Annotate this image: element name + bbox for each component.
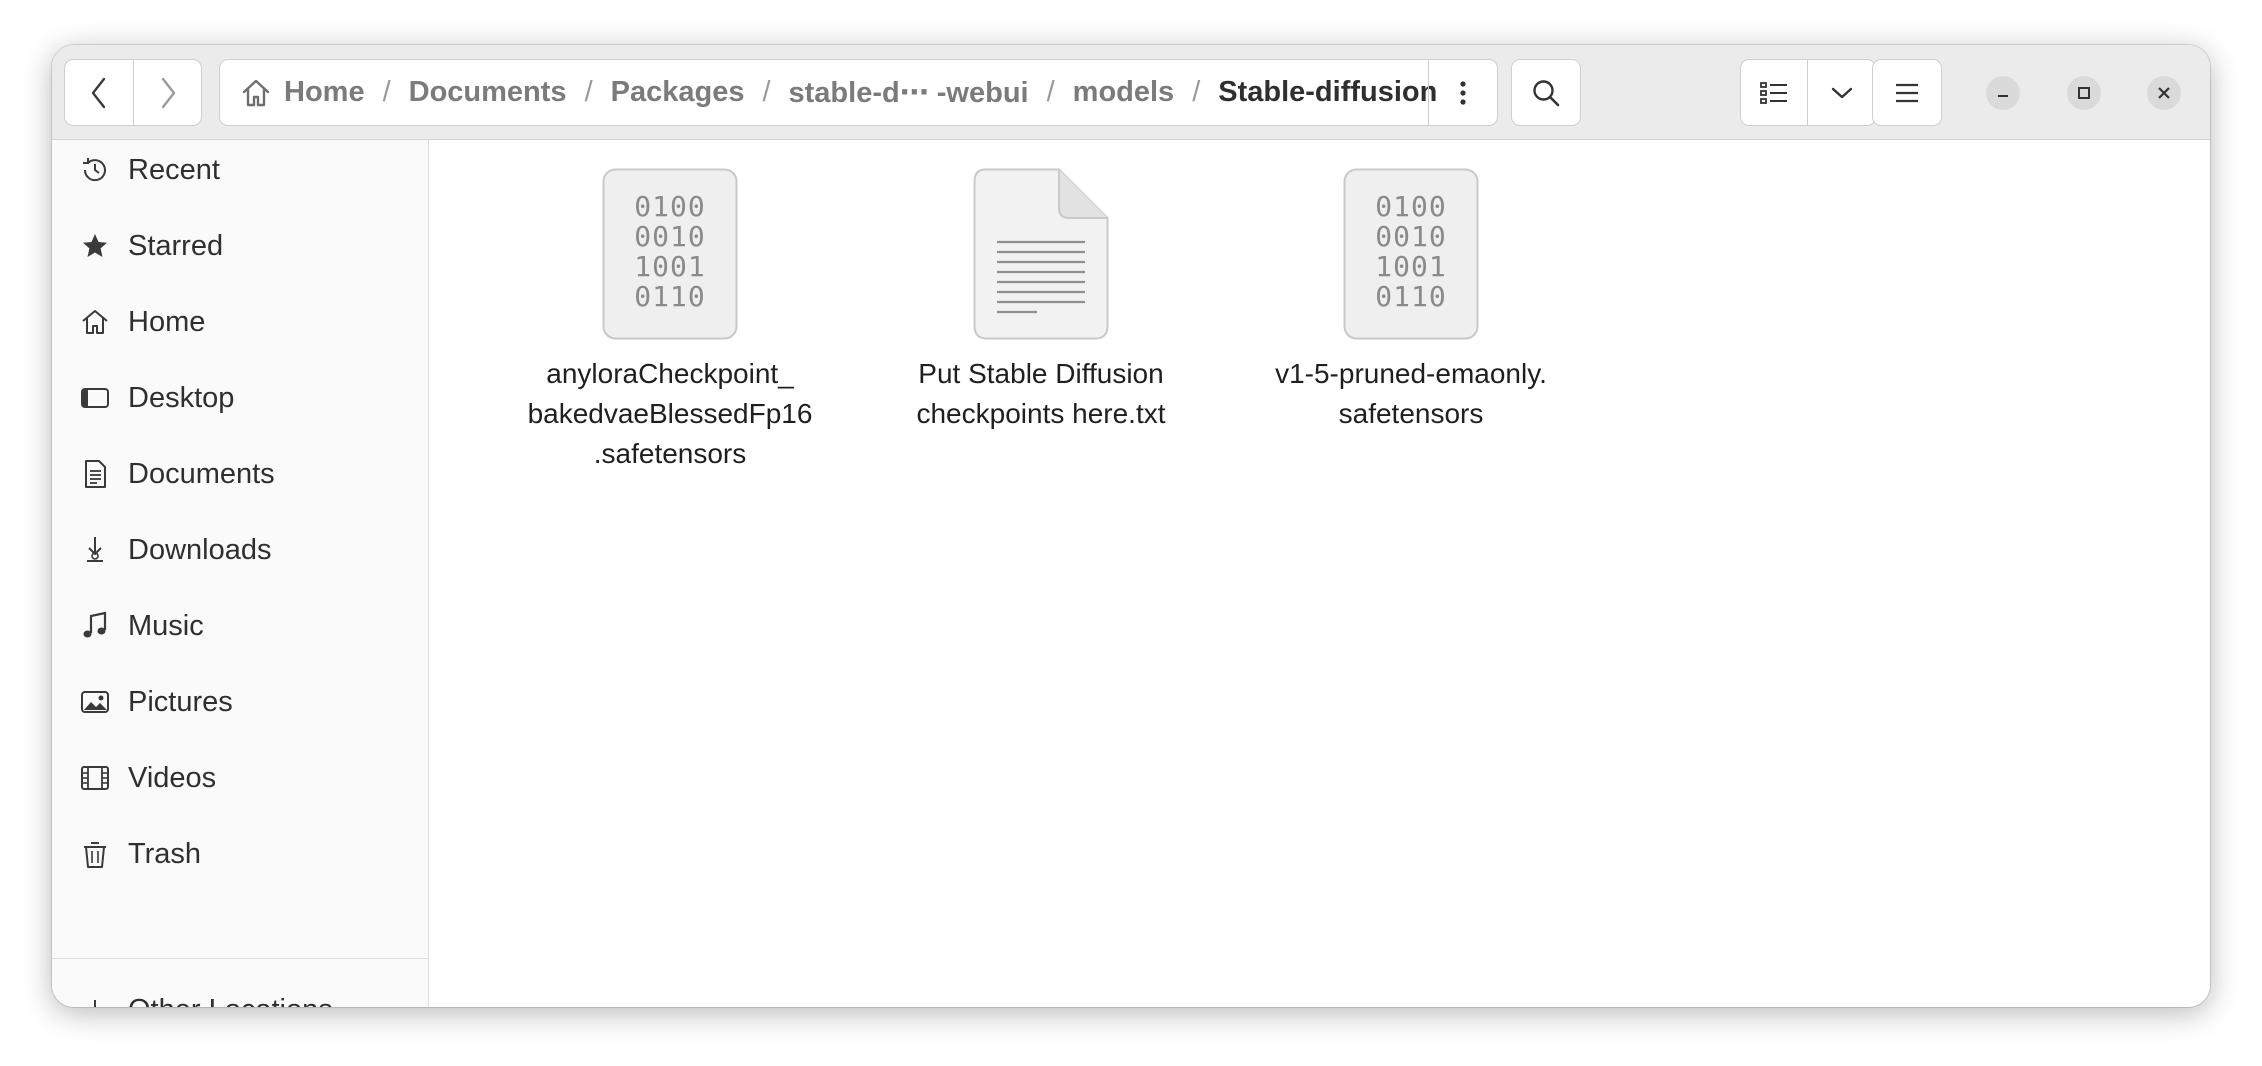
chevron-right-icon [161, 77, 175, 108]
file-item[interactable]: Put Stable Diffusion checkpoints here.tx… [886, 168, 1196, 434]
file-name: v1-5-pruned-emaonly. safetensors [1275, 358, 1547, 429]
sidebar-item-desktop[interactable]: Desktop [52, 368, 428, 428]
breadcrumb-current-folder[interactable]: Stable-diffusion [1218, 76, 1437, 109]
sidebar-divider [52, 958, 428, 959]
sidebar-item-home[interactable]: Home [52, 292, 428, 352]
breadcrumb-stable-diffusion-webui[interactable]: stable-d⋯ -webui [789, 75, 1029, 110]
download-icon [80, 535, 110, 565]
trash-icon [80, 839, 110, 869]
binary-row: 0100 [1375, 190, 1447, 223]
file-item[interactable]: 0100 0010 1001 0110 v1-5-pruned-emaonly.… [1256, 168, 1566, 434]
sidebar-item-label: Home [128, 305, 206, 338]
desktop-icon [80, 383, 110, 413]
search-icon [1533, 79, 1560, 106]
close-icon [2158, 87, 2170, 99]
breadcrumb-models[interactable]: models [1073, 76, 1175, 109]
chevron-left-icon [91, 77, 106, 108]
sidebar-item-recent[interactable]: Recent [52, 140, 428, 200]
sidebar-item-pictures[interactable]: Pictures [52, 672, 428, 732]
sidebar-item-trash[interactable]: Trash [52, 824, 428, 884]
sidebar-item-label: Videos [128, 761, 217, 794]
binary-row: 0110 [1375, 280, 1447, 313]
music-note-icon [80, 611, 110, 641]
sidebar-item-other-locations[interactable]: Other Locations [52, 980, 428, 1007]
sidebar-item-label: Other Locations [128, 994, 333, 1008]
file-name: Put Stable Diffusion checkpoints here.tx… [916, 358, 1166, 429]
breadcrumb-home[interactable]: Home [284, 76, 365, 109]
breadcrumb-separator: / [1192, 76, 1201, 108]
binary-row: 0100 [634, 190, 706, 223]
picture-icon [80, 687, 110, 717]
back-button[interactable] [65, 60, 133, 125]
sidebar-item-label: Recent [128, 153, 220, 186]
list-view-icon [1760, 81, 1787, 104]
sidebar-item-label: Trash [128, 837, 202, 870]
sidebar-item-label: Desktop [128, 381, 235, 414]
sidebar-item-label: Starred [128, 229, 224, 262]
plus-icon [80, 995, 110, 1007]
hamburger-menu-icon [1896, 83, 1918, 102]
search-button[interactable] [1511, 59, 1581, 126]
binary-file-icon: 0100 0010 1001 0110 [1343, 168, 1479, 340]
binary-file-icon: 0100 0010 1001 0110 [602, 168, 738, 340]
binary-row: 0010 [634, 220, 706, 253]
sidebar-item-documents[interactable]: Documents [52, 444, 428, 504]
home-icon [242, 79, 270, 106]
breadcrumb-packages[interactable]: Packages [611, 76, 745, 109]
close-button[interactable] [2147, 76, 2181, 110]
main-menu-button[interactable] [1872, 59, 1942, 126]
home-icon [80, 307, 110, 337]
vertical-dots-icon [1460, 80, 1466, 105]
sidebar-item-label: Downloads [128, 533, 272, 566]
file-item[interactable]: 0100 0010 1001 0110 anyloraCheckpoint_ b… [515, 168, 825, 474]
breadcrumb-separator: / [584, 76, 593, 108]
sidebar: Recent Starred Home Desktop Documents Do… [52, 140, 429, 1007]
breadcrumb-separator: / [762, 76, 771, 108]
breadcrumb-separator: / [382, 76, 391, 108]
view-options-group [1740, 59, 1876, 126]
sidebar-item-music[interactable]: Music [52, 596, 428, 656]
clock-icon [80, 155, 110, 185]
file-name: anyloraCheckpoint_ bakedvaeBlessedFp16 .… [527, 358, 813, 469]
maximize-icon [2078, 87, 2090, 99]
film-icon [80, 763, 110, 793]
binary-row: 0010 [1375, 220, 1447, 253]
breadcrumb-documents[interactable]: Documents [409, 76, 567, 109]
sidebar-item-videos[interactable]: Videos [52, 748, 428, 808]
folder-menu-button[interactable] [1428, 60, 1497, 125]
binary-row: 0110 [634, 280, 706, 313]
minimize-icon [1998, 95, 2008, 97]
chevron-down-icon [1831, 87, 1852, 98]
forward-button[interactable] [133, 60, 201, 125]
view-dropdown-button[interactable] [1808, 60, 1875, 125]
breadcrumb-separator: / [1046, 76, 1055, 108]
sidebar-item-downloads[interactable]: Downloads [52, 520, 428, 580]
sidebar-item-label: Documents [128, 457, 275, 490]
header-bar: Home / Documents / Packages / stable-d⋯ … [52, 45, 2210, 140]
file-manager-window: Home / Documents / Packages / stable-d⋯ … [52, 45, 2210, 1007]
navigation-buttons [64, 59, 202, 126]
minimize-button[interactable] [1986, 76, 2020, 110]
sidebar-item-label: Music [128, 609, 204, 642]
path-bar: Home / Documents / Packages / stable-d⋯ … [219, 59, 1498, 126]
binary-row: 1001 [1375, 250, 1447, 283]
document-icon [80, 459, 110, 489]
maximize-button[interactable] [2067, 76, 2101, 110]
binary-row: 1001 [634, 250, 706, 283]
list-view-button[interactable] [1741, 60, 1808, 125]
file-view: 0100 0010 1001 0110 anyloraCheckpoint_ b… [429, 140, 2210, 1007]
text-file-icon [973, 168, 1109, 340]
sidebar-item-starred[interactable]: Starred [52, 216, 428, 276]
sidebar-item-label: Pictures [128, 685, 233, 718]
star-icon [80, 231, 110, 261]
